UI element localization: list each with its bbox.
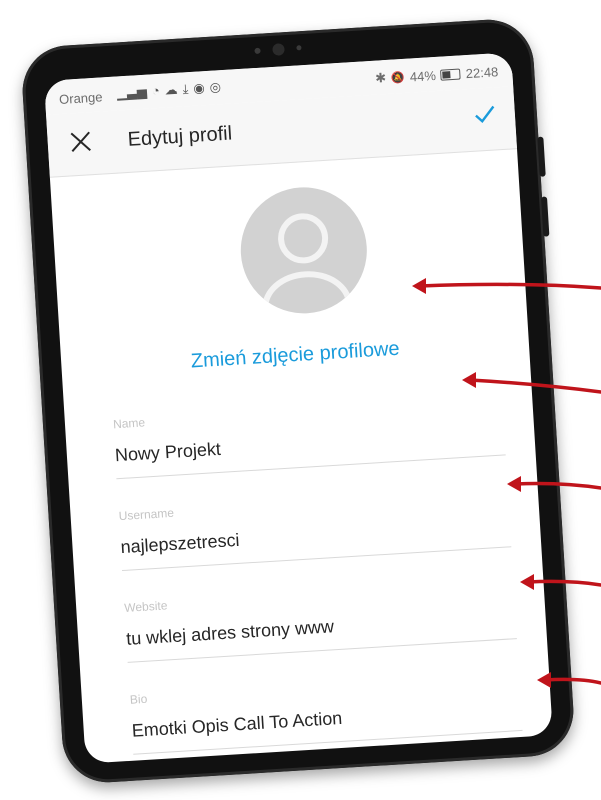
close-icon[interactable] (69, 130, 92, 153)
website-value[interactable]: tu wklej adres strony www (126, 605, 517, 650)
tablet-device: Orange ▁▃▅ ◔ ☁ ⤓ ◉ ◎ ✱ 🔕 44% 22:48 Edytu… (19, 17, 577, 785)
app-screen: Orange ▁▃▅ ◔ ☁ ⤓ ◉ ◎ ✱ 🔕 44% 22:48 Edytu… (43, 52, 553, 764)
mute-icon: 🔕 (390, 71, 406, 85)
change-photo-link[interactable]: Zmień zdjęcie profilowe (61, 330, 530, 382)
page-title: Edytuj profil (127, 122, 233, 151)
wifi-icon: ◔ (151, 82, 161, 99)
check-icon[interactable] (472, 101, 497, 126)
instagram-icon: ◎ (209, 79, 222, 95)
avatar-shoulders (260, 268, 355, 318)
volume-button (537, 136, 546, 177)
name-value[interactable]: Nowy Projekt (114, 421, 505, 466)
carrier-name: Orange (58, 89, 103, 108)
front-camera (234, 40, 319, 61)
battery-level: 44% (409, 67, 437, 85)
username-field[interactable]: Username najlepszetresci (118, 485, 512, 572)
bio-field[interactable]: Bio Emotki Opis Call To Action (130, 669, 523, 755)
clock: 22:48 (465, 63, 499, 81)
signal-icon: ▁▃▅ (116, 83, 148, 101)
incognito-icon: ◉ (192, 80, 206, 96)
username-value[interactable]: najlepszetresci (120, 513, 511, 558)
website-field[interactable]: Website tu wklej adres strony www (124, 577, 517, 663)
bio-value[interactable]: Emotki Opis Call To Action (131, 697, 522, 742)
status-right: ✱ 🔕 44% 22:48 (375, 63, 499, 86)
cloud-icon: ☁ (164, 81, 179, 98)
battery-icon (440, 67, 462, 81)
name-field[interactable]: Name Nowy Projekt (113, 394, 506, 480)
avatar-head (276, 211, 330, 265)
download-icon: ⤓ (182, 81, 189, 97)
power-button (540, 196, 550, 237)
status-icons: ▁▃▅ ◔ ☁ ⤓ ◉ ◎ (116, 79, 221, 101)
avatar[interactable] (237, 183, 371, 318)
bluetooth-icon: ✱ (374, 70, 387, 86)
